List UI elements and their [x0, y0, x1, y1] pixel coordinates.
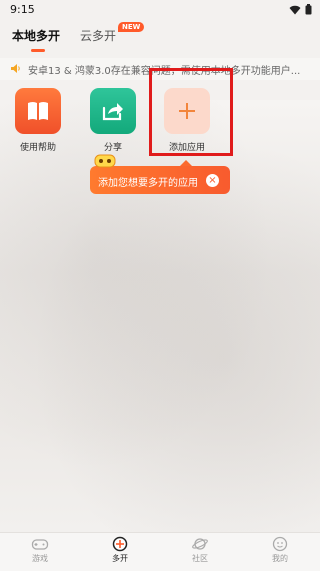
- tooltip-text: 添加您想要多开的应用: [98, 178, 198, 189]
- active-tab-indicator: [31, 49, 45, 52]
- battery-icon: [305, 4, 312, 15]
- book-icon: [28, 102, 48, 120]
- nav-label-community: 社区: [192, 554, 208, 563]
- tab-local-multi[interactable]: 本地多开: [12, 27, 60, 44]
- highlight-box: [149, 68, 233, 156]
- nav-item-community[interactable]: 社区: [172, 536, 228, 564]
- nav-label-multi: 多开: [112, 554, 128, 563]
- status-icons: [289, 4, 312, 15]
- app-tile-share[interactable]: 分享: [83, 88, 143, 153]
- gamepad-icon: [31, 539, 49, 550]
- nav-label-games: 游戏: [32, 554, 48, 563]
- bottom-nav: 游戏 多开 社区 我的: [0, 532, 320, 571]
- nav-label-mine: 我的: [272, 554, 288, 563]
- nav-item-games[interactable]: 游戏: [12, 536, 68, 564]
- share-app-icon[interactable]: [90, 88, 136, 134]
- background-artwork: [0, 100, 320, 532]
- multi-open-icon: [112, 536, 128, 552]
- planet-icon: [192, 538, 208, 550]
- close-icon[interactable]: ×: [206, 174, 219, 187]
- tab-cloud-multi[interactable]: 云多开: [80, 27, 116, 44]
- app-tile-help[interactable]: 使用帮助: [8, 88, 68, 153]
- wifi-icon: [289, 5, 301, 14]
- status-bar: 9:15: [0, 0, 320, 20]
- top-tabs: 本地多开 云多开 NEW: [0, 22, 320, 52]
- status-time: 9:15: [10, 3, 35, 16]
- tooltip-arrow: [180, 160, 192, 166]
- mascot-icon: [94, 154, 116, 168]
- new-badge: NEW: [118, 22, 145, 32]
- speaker-icon: [11, 64, 20, 73]
- profile-icon: [272, 536, 288, 552]
- add-app-tooltip: 添加您想要多开的应用 ×: [90, 154, 230, 194]
- app-label-help: 使用帮助: [19, 143, 56, 153]
- share-icon: [102, 103, 123, 121]
- help-app-icon[interactable]: [15, 88, 61, 134]
- nav-item-mine[interactable]: 我的: [252, 536, 308, 564]
- nav-item-multi[interactable]: 多开: [92, 536, 148, 564]
